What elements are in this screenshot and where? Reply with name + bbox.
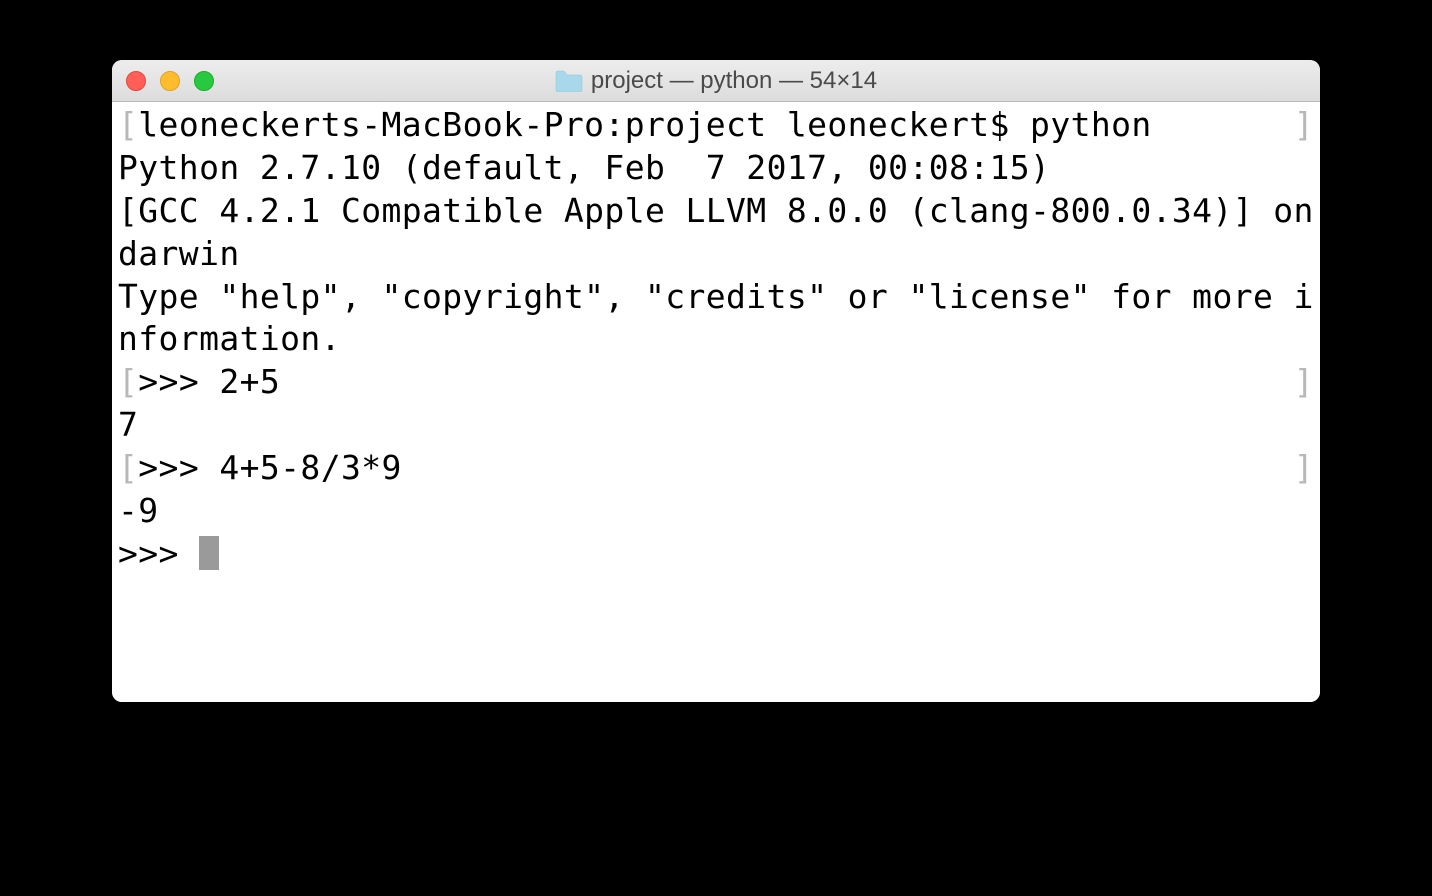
terminal-window: project — python — 54×14 [leoneckerts-Ma… [112,60,1320,702]
bracket-icon: [ [118,105,138,144]
terminal-line: -9 [118,490,1314,533]
zoom-button[interactable] [194,71,214,91]
terminal-line: [>>> 4+5-8/3*9] [118,447,1314,490]
terminal-line: Python 2.7.10 (default, Feb 7 2017, 00:0… [118,147,1314,190]
terminal-text: >>> [118,534,199,573]
window-title: project — python — 54×14 [112,67,1320,95]
bracket-icon: [ [118,448,138,487]
terminal-text: >>> 4+5-8/3*9 [138,448,401,487]
terminal-text: leoneckerts-MacBook-Pro:project leonecke… [138,105,1151,144]
bracket-icon: ] [1294,361,1314,404]
terminal-line: [leoneckerts-MacBook-Pro:project leoneck… [118,104,1314,147]
bracket-icon: ] [1294,104,1314,147]
terminal-line: Type "help", "copyright", "credits" or "… [118,276,1314,362]
bracket-icon: ] [1294,447,1314,490]
terminal-line: [>>> 2+5] [118,361,1314,404]
terminal-text: Python 2.7.10 (default, Feb 7 2017, 00:0… [118,148,1050,187]
terminal-text: Type "help", "copyright", "credits" or "… [118,277,1314,359]
window-controls [126,71,214,91]
window-titlebar[interactable]: project — python — 54×14 [112,60,1320,102]
terminal-text: 7 [118,405,138,444]
terminal-line: 7 [118,404,1314,447]
close-button[interactable] [126,71,146,91]
folder-icon [555,70,583,92]
terminal-text: [GCC 4.2.1 Compatible Apple LLVM 8.0.0 (… [118,191,1320,273]
terminal-line: [GCC 4.2.1 Compatible Apple LLVM 8.0.0 (… [118,190,1314,276]
window-title-text: project — python — 54×14 [591,67,877,95]
terminal-line: >>> [118,533,1314,576]
terminal-output[interactable]: [leoneckerts-MacBook-Pro:project leoneck… [112,102,1320,702]
terminal-text: -9 [118,491,159,530]
bracket-icon: [ [118,362,138,401]
cursor-block [199,536,219,570]
terminal-text: >>> 2+5 [138,362,280,401]
minimize-button[interactable] [160,71,180,91]
